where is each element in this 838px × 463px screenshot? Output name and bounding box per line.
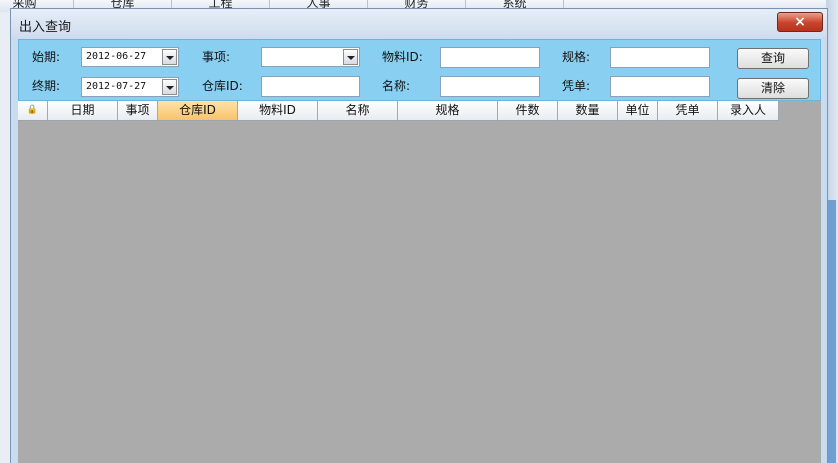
- column-header-spec[interactable]: 规格: [398, 101, 498, 121]
- spec-input[interactable]: [610, 47, 710, 68]
- lock-icon[interactable]: 🔒: [18, 101, 48, 121]
- column-header-voucher[interactable]: 凭单: [658, 101, 718, 121]
- grid-header: 🔒 日期 事项 仓库ID 物料ID 名称 规格 件数 数量 单位 凭单 录入人: [18, 101, 779, 121]
- close-button[interactable]: ×: [777, 12, 823, 32]
- material-id-label: 物料ID:: [382, 50, 423, 64]
- voucher-label: 凭单:: [562, 79, 591, 93]
- column-header-name[interactable]: 名称: [318, 101, 398, 121]
- column-header-pieces[interactable]: 件数: [498, 101, 558, 121]
- warehouse-id-label: 仓库ID:: [202, 79, 243, 93]
- chevron-down-icon[interactable]: [162, 49, 177, 65]
- column-header-quantity[interactable]: 数量: [558, 101, 618, 121]
- column-header-date[interactable]: 日期: [48, 101, 118, 121]
- column-header-entered-by[interactable]: 录入人: [718, 101, 779, 121]
- end-date-value: 2012-07-27: [86, 81, 147, 92]
- window-title: 出入查询: [19, 20, 72, 35]
- close-icon: ×: [794, 14, 806, 30]
- item-label: 事项:: [202, 50, 231, 64]
- warehouse-id-input[interactable]: [261, 76, 360, 97]
- column-header-item[interactable]: 事项: [118, 101, 158, 121]
- material-id-input[interactable]: [440, 47, 540, 68]
- item-select[interactable]: [261, 47, 360, 67]
- column-header-warehouse-id[interactable]: 仓库ID: [158, 101, 238, 121]
- filter-panel: 始期: 2012-06-27 事项: 物料ID: 规格: 查询 终期: 2012…: [18, 39, 821, 101]
- spec-label: 规格:: [562, 50, 591, 64]
- clear-button[interactable]: 清除: [737, 78, 809, 99]
- column-header-material-id[interactable]: 物料ID: [238, 101, 318, 121]
- results-grid[interactable]: 🔒 日期 事项 仓库ID 物料ID 名称 规格 件数 数量 单位 凭单 录入人: [18, 101, 821, 463]
- chevron-down-icon[interactable]: [162, 79, 177, 95]
- voucher-input[interactable]: [610, 76, 710, 97]
- query-window: 出入查询 × 始期: 2012-06-27 事项: 物料ID: 规格: 查询 终…: [10, 8, 828, 463]
- start-date-value: 2012-06-27: [86, 51, 147, 62]
- name-label: 名称:: [382, 79, 411, 93]
- chevron-down-icon[interactable]: [343, 49, 358, 65]
- column-header-unit[interactable]: 单位: [618, 101, 658, 121]
- query-button[interactable]: 查询: [737, 48, 809, 69]
- start-date-label: 始期:: [32, 50, 61, 64]
- end-date-picker[interactable]: 2012-07-27: [81, 77, 179, 97]
- end-date-label: 终期:: [32, 79, 61, 93]
- scrollbar-thumb[interactable]: [828, 200, 836, 463]
- title-bar[interactable]: 出入查询 ×: [11, 9, 827, 38]
- start-date-picker[interactable]: 2012-06-27: [81, 47, 179, 67]
- name-input[interactable]: [440, 76, 540, 97]
